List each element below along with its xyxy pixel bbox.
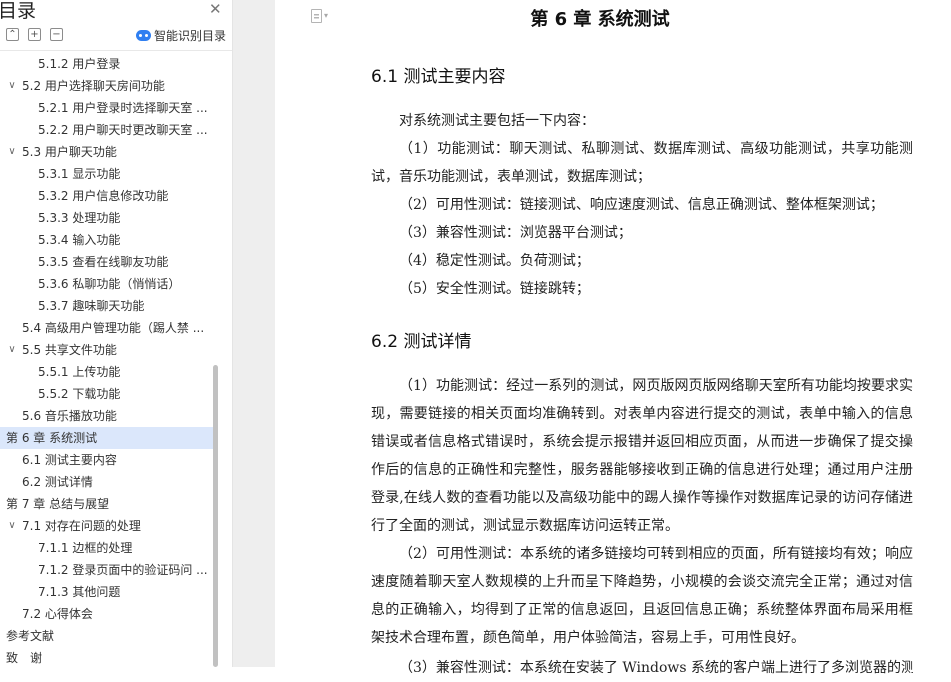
- chevron-down-icon[interactable]: ∨: [6, 141, 18, 163]
- toc-item[interactable]: 5.3.7 趣味聊天功能: [0, 295, 214, 317]
- toc-item[interactable]: 5.3.3 处理功能: [0, 207, 214, 229]
- smart-toc-label: 智能识别目录: [154, 29, 227, 43]
- toc-item[interactable]: 7.2 心得体会: [0, 603, 214, 625]
- chevron-down-icon[interactable]: ∨: [6, 75, 18, 97]
- toc-item[interactable]: 第 7 章 总结与展望: [0, 493, 214, 515]
- toc-item-label: 5.3.1 显示功能: [38, 167, 121, 181]
- toc-item[interactable]: ∨ 7.1 对存在问题的处理: [0, 515, 214, 537]
- paragraph: （3）兼容性测试：本系统在安装了 Windows 系统的客户端上进行了多浏览器的…: [399, 660, 913, 676]
- toc-item-label: 6.2 测试详情: [22, 475, 93, 489]
- toc-title: 目录: [0, 0, 37, 22]
- toc-item[interactable]: 6.2 测试详情: [0, 471, 214, 493]
- toc-pane: 目录 ✕ ⌃ + − 智能识别目录 5.1.2 用户登录 ∨ 5.2 用户选择聊天房…: [0, 0, 233, 667]
- expand-icon[interactable]: +: [28, 28, 41, 41]
- section-6-1-body: 对系统测试主要包括一下内容： （1）功能测试：聊天测试、私聊测试、数据库测试、高…: [371, 107, 913, 303]
- toc-item-label: 致 谢: [6, 651, 43, 665]
- smart-toc-icon: [136, 30, 151, 41]
- toc-item-label: 5.2.2 用户聊天时更改聊天室 ...: [38, 123, 208, 137]
- toc-item-label: 7.1.1 边框的处理: [38, 541, 133, 555]
- paragraph: （3）兼容性测试：浏览器平台测试；: [399, 225, 632, 241]
- document-gutter: [233, 0, 275, 667]
- toc-item-label: 5.4 高级用户管理功能（踢人禁 ...: [22, 321, 205, 335]
- chevron-down-icon[interactable]: ∨: [6, 339, 18, 361]
- toc-item-label: 5.6 音乐播放功能: [22, 409, 117, 423]
- toc-item[interactable]: 5.3.4 输入功能: [0, 229, 214, 251]
- toc-item-label: 5.5.2 下载功能: [38, 387, 121, 401]
- toc-item[interactable]: 5.3.5 查看在线聊友功能: [0, 251, 214, 273]
- toc-item-label: 5.3.6 私聊功能（悄悄话）: [38, 277, 181, 291]
- toc-item[interactable]: 第 6 章 系统测试: [0, 427, 214, 449]
- toc-item[interactable]: ∨ 5.2 用户选择聊天房间功能: [0, 75, 214, 97]
- paragraph: （2）可用性测试：链接测试、响应速度测试、信息正确测试、整体框架测试；: [399, 197, 884, 213]
- toc-item-label: 5.3.4 输入功能: [38, 233, 121, 247]
- toc-item-label: 5.3.3 处理功能: [38, 211, 121, 225]
- toc-item-label: 5.5.1 上传功能: [38, 365, 121, 379]
- chevron-down-icon[interactable]: ∨: [6, 515, 18, 537]
- paragraph: （1）功能测试：聊天测试、私聊测试、数据库测试、高级功能测试，共享功能测试，音乐…: [371, 141, 913, 185]
- collapse-icon[interactable]: −: [50, 28, 63, 41]
- toc-item-label: 5.3.5 查看在线聊友功能: [38, 255, 169, 269]
- toc-item-label: 5.3.7 趣味聊天功能: [38, 299, 145, 313]
- toc-item[interactable]: 5.6 音乐播放功能: [0, 405, 214, 427]
- section-6-2-body: （1）功能测试：经过一系列的测试，网页版网页版网络聊天室所有功能均按要求实现，需…: [371, 372, 913, 652]
- toc-item[interactable]: 5.5.1 上传功能: [0, 361, 214, 383]
- toc-item-label: 7.1.3 其他问题: [38, 585, 121, 599]
- toc-item-label: 第 7 章 总结与展望: [6, 497, 110, 511]
- toc-item[interactable]: 5.3.6 私聊功能（悄悄话）: [0, 273, 214, 295]
- section-heading-6-2: 6.2 测试详情: [371, 332, 472, 352]
- toc-item[interactable]: 5.2.1 用户登录时选择聊天室 ...: [0, 97, 214, 119]
- toc-list: 5.1.2 用户登录 ∨ 5.2 用户选择聊天房间功能 5.2.1 用户登录时选择聊天…: [0, 53, 214, 669]
- paragraph: （2）可用性测试：本系统的诸多链接均可转到相应的页面，所有链接均有效；响应速度随…: [371, 546, 913, 646]
- chapter-heading: 第 6 章 系统测试: [530, 9, 670, 30]
- toc-item-label: 7.1 对存在问题的处理: [22, 519, 141, 533]
- close-icon[interactable]: ✕: [209, 0, 222, 18]
- toc-item-label: 5.1.2 用户登录: [38, 57, 121, 71]
- toc-item-label: 5.2.1 用户登录时选择聊天室 ...: [38, 101, 208, 115]
- section-heading-6-1: 6.1 测试主要内容: [371, 67, 506, 87]
- toc-item[interactable]: 5.3.2 用户信息修改功能: [0, 185, 214, 207]
- toc-item[interactable]: 致 谢: [0, 647, 214, 669]
- toc-toolbar: ⌃ + −: [6, 28, 63, 41]
- smart-toc-button[interactable]: 智能识别目录: [136, 27, 226, 44]
- paragraph: （4）稳定性测试。负荷测试；: [399, 253, 590, 269]
- toc-item[interactable]: ∨ 5.5 共享文件功能: [0, 339, 214, 361]
- toc-scrollbar[interactable]: [213, 365, 218, 667]
- toc-item-label: 5.2 用户选择聊天房间功能: [22, 79, 165, 93]
- toc-item-label: 7.1.2 登录页面中的验证码问 ...: [38, 563, 208, 577]
- toc-item[interactable]: 7.1.1 边框的处理: [0, 537, 214, 559]
- toc-item-label: 参考文献: [6, 629, 55, 643]
- paragraph: （1）功能测试：经过一系列的测试，网页版网页版网络聊天室所有功能均按要求实现，需…: [371, 378, 913, 534]
- toc-item[interactable]: ∨ 5.3 用户聊天功能: [0, 141, 214, 163]
- toc-item-label: 7.2 心得体会: [22, 607, 93, 621]
- toc-item[interactable]: 5.3.1 显示功能: [0, 163, 214, 185]
- toc-item[interactable]: 5.4 高级用户管理功能（踢人禁 ...: [0, 317, 214, 339]
- toc-item[interactable]: 参考文献: [0, 625, 214, 647]
- toc-item-label: 5.5 共享文件功能: [22, 343, 117, 357]
- toc-item-label: 5.3 用户聊天功能: [22, 145, 117, 159]
- paragraph: （5）安全性测试。链接跳转；: [399, 281, 590, 297]
- toc-item[interactable]: 6.1 测试主要内容: [0, 449, 214, 471]
- divider: [0, 50, 232, 51]
- toc-item[interactable]: 5.1.2 用户登录: [0, 53, 214, 75]
- toc-item-label: 6.1 测试主要内容: [22, 453, 117, 467]
- collapse-all-icon[interactable]: ⌃: [6, 28, 19, 41]
- toc-item[interactable]: 5.5.2 下载功能: [0, 383, 214, 405]
- document-page: ▾ 第 6 章 系统测试 6.1 测试主要内容 对系统测试主要包括一下内容： （…: [275, 0, 951, 676]
- toc-item[interactable]: 7.1.3 其他问题: [0, 581, 214, 603]
- toc-item[interactable]: 7.1.2 登录页面中的验证码问 ...: [0, 559, 214, 581]
- paragraph: 对系统测试主要包括一下内容：: [399, 113, 595, 129]
- toc-item-label: 第 6 章 系统测试: [6, 431, 98, 445]
- toc-item[interactable]: 5.2.2 用户聊天时更改聊天室 ...: [0, 119, 214, 141]
- toc-item-label: 5.3.2 用户信息修改功能: [38, 189, 169, 203]
